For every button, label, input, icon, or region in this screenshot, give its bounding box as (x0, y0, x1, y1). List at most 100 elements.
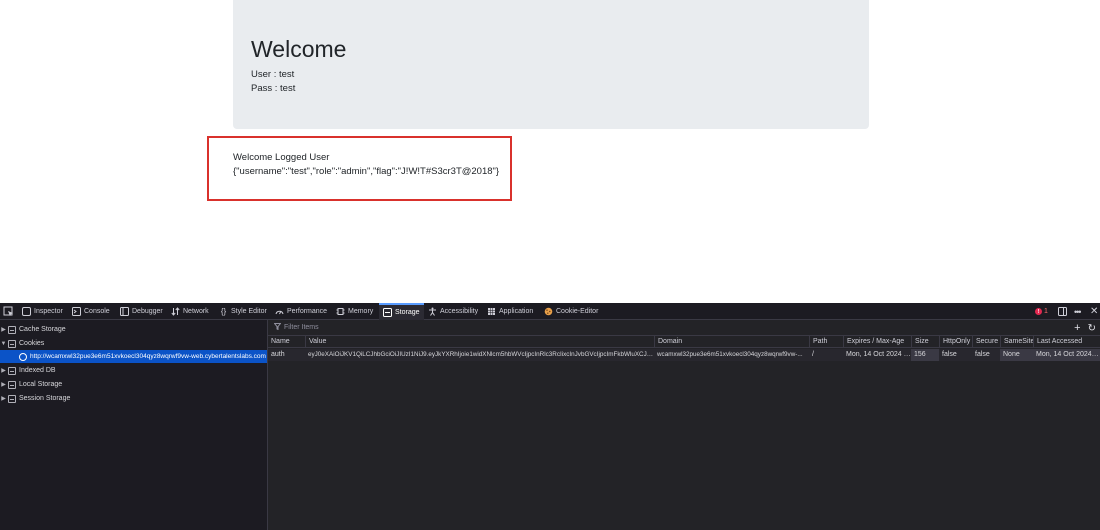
tree-item-local-storage[interactable]: ▶ Local Storage (0, 378, 62, 391)
tab-label: Accessibility (440, 308, 479, 315)
performance-icon (275, 307, 284, 316)
column-header-secure[interactable]: Secure (972, 336, 1000, 347)
tab-console[interactable]: Console (72, 303, 110, 320)
cell-expires: Mon, 14 Oct 2024 0... (846, 351, 911, 358)
cookies-table-pane: Filter Items + ↻ Name Value Domain Path … (268, 320, 1100, 530)
tab-application[interactable]: Application (487, 303, 533, 320)
error-icon: ! (1035, 308, 1042, 315)
tab-debugger[interactable]: Debugger (120, 303, 163, 320)
tree-item-cookie-host[interactable]: http://wcamxwl32pue3e6m51xvkoecl304qyz8w… (0, 350, 267, 363)
tab-label: Application (499, 308, 534, 315)
tab-storage[interactable]: Storage (379, 303, 424, 320)
tree-label: http://wcamxwl32pue3e6m51xvkoecl304qyz8w… (30, 353, 266, 360)
filter-input[interactable]: Filter Items (273, 323, 319, 332)
storage-sidebar: ▶ Cache Storage ▼ Cookies http://wcamxwl… (0, 320, 268, 530)
tree-label: Session Storage (19, 395, 71, 402)
column-header-last-accessed[interactable]: Last Accessed (1033, 336, 1100, 347)
close-icon[interactable]: ✕ (1090, 303, 1098, 320)
user-text: User : test (251, 69, 295, 80)
tab-network[interactable]: Network (171, 303, 209, 320)
result-highlight-box: Welcome Logged User {"username":"test","… (207, 136, 512, 201)
result-title: Welcome Logged User (233, 152, 330, 163)
expand-arrow-icon[interactable]: ▶ (0, 326, 7, 333)
tree-item-cookies[interactable]: ▼ Cookies (0, 337, 44, 350)
cookie-icon (544, 307, 553, 316)
tab-label: Storage (395, 309, 420, 316)
expand-arrow-icon[interactable]: ▶ (0, 381, 7, 388)
tree-label: Cache Storage (19, 326, 66, 333)
tree-item-session-storage[interactable]: ▶ Session Storage (0, 392, 70, 405)
cell-value: eyJ0eXAiOiJKV1QiLCJhbGciOiJIUzI1NiJ9.eyJ… (308, 351, 654, 358)
tab-label: Cookie-Editor (556, 308, 599, 315)
cell-secure: false (975, 351, 990, 358)
tree-label: Indexed DB (19, 367, 56, 374)
console-icon (72, 307, 81, 316)
page-title: Welcome (251, 36, 347, 62)
refresh-icon[interactable]: ↻ (1088, 323, 1096, 334)
cell-httponly: false (942, 351, 957, 358)
tab-label: Console (84, 308, 110, 315)
devtools-panel: Inspector Console Debugger Network {} St… (0, 303, 1100, 530)
pass-text: Pass : test (251, 83, 296, 94)
column-header-expires[interactable]: Expires / Max-Age (843, 336, 911, 347)
column-header-name[interactable]: Name (268, 336, 305, 347)
cell-samesite: None (1000, 349, 1033, 361)
tab-label: Performance (287, 308, 328, 315)
tab-accessibility[interactable]: Accessibility (428, 303, 478, 320)
cell-path: / (812, 351, 814, 358)
tab-memory[interactable]: Memory (336, 303, 373, 320)
column-header-domain[interactable]: Domain (654, 336, 809, 347)
tree-item-indexed-db[interactable]: ▶ Indexed DB (0, 364, 56, 377)
devtools-toolbar: Inspector Console Debugger Network {} St… (0, 303, 1100, 320)
error-indicator[interactable]: ! 1 (1035, 303, 1048, 320)
welcome-jumbotron: Welcome User : test Pass : test (233, 0, 869, 129)
result-json: {"username":"test","role":"admin","flag"… (233, 166, 500, 177)
cell-last-accessed: Mon, 14 Oct 2024 0... (1033, 349, 1100, 361)
cell-size: 156 (911, 349, 939, 361)
network-icon (171, 307, 180, 316)
column-header-samesite[interactable]: SameSite (1000, 336, 1033, 347)
add-item-icon[interactable]: + (1074, 322, 1080, 334)
application-icon (487, 307, 496, 316)
more-options-icon[interactable]: ••• (1074, 303, 1082, 320)
column-header-size[interactable]: Size (911, 336, 939, 347)
storage-db-icon (8, 325, 16, 334)
tree-item-cache-storage[interactable]: ▶ Cache Storage (0, 323, 66, 336)
tab-label: Inspector (34, 308, 63, 315)
tab-label: Network (183, 308, 209, 315)
column-header-value[interactable]: Value (305, 336, 654, 347)
accessibility-icon (428, 307, 437, 316)
table-header: Name Value Domain Path Expires / Max-Age… (268, 336, 1100, 348)
tab-label: Style Editor (231, 308, 267, 315)
filter-icon (273, 323, 282, 332)
tree-label: Cookies (19, 340, 45, 347)
inspector-icon (22, 307, 31, 316)
storage-db-icon (8, 380, 16, 389)
memory-icon (336, 307, 345, 316)
tab-performance[interactable]: Performance (275, 303, 327, 320)
collapse-arrow-icon[interactable]: ▼ (0, 341, 7, 347)
table-row[interactable]: auth eyJ0eXAiOiJKV1QiLCJhbGciOiJIUzI1NiJ… (268, 349, 1100, 361)
element-picker-icon[interactable] (3, 306, 14, 317)
dock-toggle-icon[interactable] (1058, 303, 1067, 320)
column-header-httponly[interactable]: HttpOnly (939, 336, 972, 347)
cell-domain: wcamxwl32pue3e6m51xvkoecl304qyz8wqrwf9vw… (657, 351, 803, 358)
globe-icon (19, 352, 27, 361)
tab-inspector[interactable]: Inspector (22, 303, 63, 320)
cell-name: auth (271, 351, 285, 358)
tab-label: Debugger (132, 308, 163, 315)
tree-label: Local Storage (19, 381, 63, 388)
tab-cookie-editor[interactable]: Cookie-Editor (544, 303, 598, 320)
filter-placeholder: Filter Items (284, 324, 319, 331)
debugger-icon (120, 307, 129, 316)
storage-icon (383, 308, 392, 317)
error-count: 1 (1044, 308, 1048, 315)
style-editor-icon: {} (220, 307, 227, 316)
column-header-path[interactable]: Path (809, 336, 843, 347)
expand-arrow-icon[interactable]: ▶ (0, 367, 7, 374)
storage-db-icon (8, 339, 16, 348)
tab-style-editor[interactable]: {} Style Editor (219, 303, 267, 320)
filter-bar: Filter Items + ↻ (268, 320, 1100, 336)
expand-arrow-icon[interactable]: ▶ (0, 395, 7, 402)
tab-label: Memory (348, 308, 374, 315)
